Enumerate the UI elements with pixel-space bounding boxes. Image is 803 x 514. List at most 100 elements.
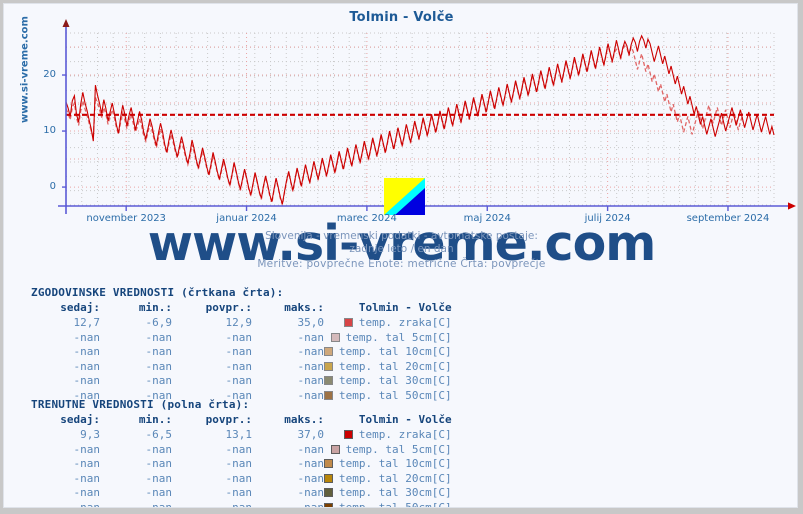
col-station: Tolmin - Volče: [358, 413, 452, 426]
current-values-title: TRENUTNE VREDNOSTI (polna črta):: [31, 398, 250, 411]
cell-min: -nan: [145, 457, 173, 470]
cell-sedaj: 9,3: [80, 428, 100, 441]
series-legend-cell: temp. tal 5cm[C]: [324, 331, 452, 346]
cell-maks: -nan: [297, 486, 325, 499]
table-row: 9,3 -6,5 13,1 37,0 temp. zraka[C]: [18, 428, 452, 443]
cell-maks: 37,0: [297, 428, 325, 441]
cell-min: -nan: [145, 345, 173, 358]
y-axis-label: 10: [43, 125, 56, 137]
historic-values-title: ZGODOVINSKE VREDNOSTI (črtkana črta):: [31, 286, 284, 299]
cell-maks: -nan: [297, 388, 325, 402]
legend-color-swatch: [324, 459, 333, 468]
historic-values-table: sedaj: min.: povpr.: maks.: Tolmin - Vol…: [18, 301, 452, 403]
table-row: -nan -nan -nan -nan temp. tal 30cm[C]: [18, 374, 452, 389]
col-maks: maks.:: [284, 301, 324, 314]
legend-color-swatch: [324, 502, 333, 507]
cell-min: -6,9: [145, 316, 173, 329]
slovenia-marker-icon: [384, 178, 425, 215]
cell-povpr: 13,1: [225, 428, 253, 441]
cell-maks: -nan: [297, 442, 325, 456]
table-row: -nan -nan -nan -nan temp. tal 10cm[C]: [18, 345, 452, 360]
cell-min: -nan: [145, 359, 173, 373]
series-legend-cell: temp. tal 30cm[C]: [324, 486, 452, 501]
legend-label: temp. tal 50cm[C]: [339, 388, 452, 402]
legend-label: temp. tal 50cm[C]: [339, 500, 452, 508]
caption-line-1: Slovenija - vremenski podatki - avtomats…: [265, 230, 538, 242]
series-legend-cell: temp. tal 10cm[C]: [324, 345, 452, 360]
cell-povpr: -nan: [225, 359, 253, 373]
legend-color-swatch: [324, 361, 333, 371]
legend-color-swatch: [324, 376, 333, 385]
chart-container: 0 10 20 november 2023 januar 2024 marec 2024 m…: [4, 4, 797, 284]
legend-label: temp. tal 10cm[C]: [339, 457, 452, 470]
cell-sedaj: -nan: [73, 457, 101, 470]
legend-label: temp. zraka[C]: [358, 428, 452, 441]
cell-povpr: -nan: [225, 345, 253, 358]
col-povpr: povpr.:: [205, 301, 252, 314]
col-maks: maks.:: [284, 413, 324, 426]
series-legend-cell: temp. tal 20cm[C]: [324, 360, 452, 375]
legend-label: temp. tal 30cm[C]: [339, 374, 452, 387]
series-legend-cell: temp. tal 20cm[C]: [324, 472, 452, 487]
legend-label: temp. tal 10cm[C]: [339, 345, 452, 358]
cell-povpr: -nan: [225, 457, 253, 470]
col-min: min.:: [138, 301, 172, 314]
table-row: -nan -nan -nan -nan temp. tal 30cm[C]: [18, 486, 452, 501]
legend-label: temp. tal 20cm[C]: [339, 471, 452, 485]
cell-maks: -nan: [297, 471, 325, 485]
historic-values-body: 12,7 -6,9 12,9 35,0 temp. zraka[C] -nan -nan -n…: [18, 316, 452, 403]
cell-min: -nan: [145, 500, 173, 508]
series-legend-cell: temp. tal 50cm[C]: [324, 389, 452, 404]
table-row: -nan -nan -nan -nan temp. tal 10cm[C]: [18, 457, 452, 472]
table-row: -nan -nan -nan -nan temp. tal 5cm[C]: [18, 331, 452, 346]
x-axis-label: september 2024: [686, 213, 770, 224]
x-axis-label: julij 2024: [584, 213, 631, 224]
current-values-body: 9,3 -6,5 13,1 37,0 temp. zraka[C] -nan -nan -na…: [18, 428, 452, 508]
x-axis-label: januar 2024: [216, 213, 277, 224]
cell-povpr: -nan: [225, 374, 253, 387]
legend-color-swatch: [343, 430, 353, 439]
table-row: -nan -nan -nan -nan temp. tal 50cm[C]: [18, 500, 452, 508]
cell-min: -nan: [145, 486, 173, 499]
y-axis-label: 20: [43, 69, 56, 81]
series-legend-cell: temp. tal 30cm[C]: [324, 374, 452, 389]
x-axis-label: november 2023: [86, 213, 166, 224]
legend-label: temp. tal 20cm[C]: [339, 359, 452, 373]
legend-color-swatch: [324, 488, 333, 497]
series-legend-cell: temp. tal 5cm[C]: [324, 443, 452, 458]
caption-line-3: Meritve: povprečne Enote: metrične Črta:…: [257, 258, 546, 270]
cell-sedaj: -nan: [73, 330, 101, 344]
table-header-row: sedaj: min.: povpr.: maks.: Tolmin - Vol…: [18, 413, 452, 428]
cell-sedaj: -nan: [73, 374, 101, 387]
cell-povpr: 12,9: [225, 316, 253, 329]
cell-min: -nan: [145, 374, 173, 387]
table-row: -nan -nan -nan -nan temp. tal 20cm[C]: [18, 472, 452, 487]
legend-color-swatch: [324, 347, 333, 356]
chart-page: Tolmin - Volče www.si-vreme.com 0 10 20 nov…: [3, 3, 798, 508]
x-axis-label: maj 2024: [463, 213, 511, 224]
col-min: min.:: [138, 413, 172, 426]
cell-sedaj: -nan: [73, 471, 101, 485]
cell-povpr: -nan: [225, 486, 253, 499]
cell-povpr: -nan: [225, 471, 253, 485]
legend-color-swatch: [324, 473, 333, 483]
legend-color-swatch: [330, 332, 340, 342]
cell-maks: -nan: [297, 359, 325, 373]
x-axis-label: marec 2024: [336, 213, 397, 224]
cell-sedaj: 12,7: [73, 316, 101, 329]
legend-label: temp. tal 30cm[C]: [339, 486, 452, 499]
cell-sedaj: -nan: [73, 486, 101, 499]
series-legend-cell: temp. zraka[C]: [324, 316, 452, 331]
legend-color-swatch: [330, 444, 340, 454]
col-station: Tolmin - Volče: [358, 301, 452, 314]
col-sedaj: sedaj:: [60, 301, 100, 314]
table-row: -nan -nan -nan -nan temp. tal 5cm[C]: [18, 443, 452, 458]
cell-maks: -nan: [297, 500, 325, 508]
cell-povpr: -nan: [225, 500, 253, 508]
cell-povpr: -nan: [225, 330, 253, 344]
cell-min: -nan: [145, 471, 173, 485]
legend-color-swatch: [343, 318, 353, 327]
table-row: -nan -nan -nan -nan temp. tal 20cm[C]: [18, 360, 452, 375]
cell-min: -6,5: [145, 428, 173, 441]
cell-min: -nan: [145, 330, 173, 344]
